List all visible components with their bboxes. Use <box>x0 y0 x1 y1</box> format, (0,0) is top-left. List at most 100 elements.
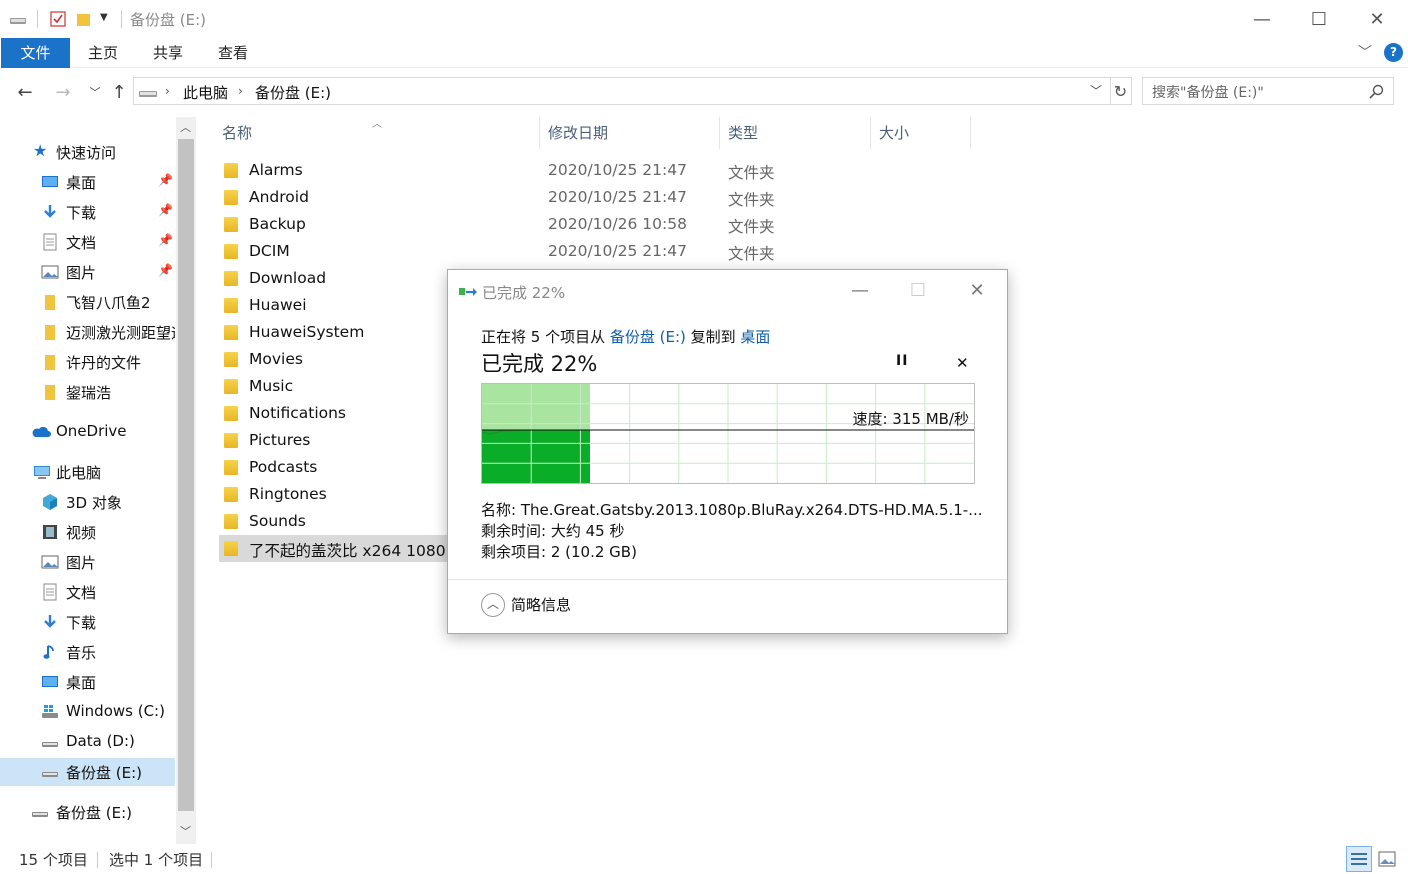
minimize-button[interactable]: — <box>1233 0 1291 38</box>
status-bar: 15 个项目 选中 1 个项目 <box>0 844 1408 874</box>
nav-item[interactable]: 图片 <box>0 548 175 576</box>
pin-icon[interactable]: 📌 <box>158 203 173 217</box>
document-icon <box>43 583 57 601</box>
pin-icon[interactable]: 📌 <box>158 233 173 247</box>
drive-icon <box>42 772 58 777</box>
items-remaining-line: 剩余项目: 2 (10.2 GB) <box>481 543 637 561</box>
percent-complete: 已完成 22% <box>481 352 598 376</box>
pin-icon[interactable]: 📌 <box>158 263 173 277</box>
folder-icon <box>224 352 238 367</box>
nav-item[interactable]: 视频 <box>0 518 175 546</box>
file-name: Backup <box>249 215 306 233</box>
breadcrumb-drive-e[interactable]: 备份盘 (E:) <box>255 82 331 103</box>
dialog-close-button[interactable]: ✕ <box>957 276 997 304</box>
table-row[interactable]: Alarms 2020/10/25 21:47 文件夹 <box>219 157 979 184</box>
nav-item[interactable]: 迈测激光测距望远 <box>0 318 175 346</box>
column-header-date[interactable]: 修改日期 <box>540 117 720 149</box>
nav-item[interactable]: Windows (C:) <box>0 698 175 726</box>
tab-share[interactable]: 共享 <box>145 38 191 68</box>
tab-view[interactable]: 查看 <box>210 38 256 68</box>
scroll-up-icon[interactable]: ︿ <box>180 119 191 135</box>
address-dropdown-icon[interactable]: ﹀ <box>1090 82 1102 99</box>
3d-objects-icon <box>43 494 57 510</box>
star-icon: ★ <box>33 141 48 160</box>
recent-locations-chevron-icon[interactable]: ﹀ <box>83 80 107 104</box>
nav-onedrive[interactable]: OneDrive <box>0 418 175 446</box>
explorer-window: ▼ 备份盘 (E:) — ☐ ✕ 文件 主页 共享 查看 ﹀ ? ← → ﹀ ↑… <box>0 0 1408 874</box>
drive-icon <box>139 91 157 97</box>
close-button[interactable]: ✕ <box>1348 0 1406 38</box>
nav-item[interactable]: 鋆瑞浩 <box>0 378 175 406</box>
file-name: Music <box>249 377 294 395</box>
folder-icon <box>224 217 238 232</box>
cancel-button[interactable]: ✕ <box>956 354 969 372</box>
source-link[interactable]: 备份盘 (E:) <box>610 328 686 346</box>
folder-icon <box>45 385 55 400</box>
back-arrow-icon[interactable]: ← <box>13 80 37 104</box>
file-date: 2020/10/26 10:58 <box>548 215 687 233</box>
forward-arrow-icon[interactable]: → <box>51 80 75 104</box>
table-row[interactable]: Backup 2020/10/26 10:58 文件夹 <box>219 211 979 238</box>
title-bar: ▼ 备份盘 (E:) — ☐ ✕ <box>0 0 1408 38</box>
search-input[interactable]: 搜索"备份盘 (E:)" <box>1142 77 1394 105</box>
nav-item[interactable]: Data (D:) <box>0 728 175 756</box>
details-view-button[interactable] <box>1346 846 1372 872</box>
nav-item[interactable]: 3D 对象 <box>0 488 175 516</box>
nav-item[interactable]: 下载 📌 <box>0 198 175 226</box>
file-name: Download <box>249 269 327 287</box>
up-arrow-icon[interactable]: ↑ <box>107 80 131 104</box>
document-icon <box>43 233 57 251</box>
destination-link[interactable]: 桌面 <box>740 328 770 346</box>
nav-item[interactable]: 文档 <box>0 578 175 606</box>
download-icon <box>44 615 56 628</box>
column-header-type[interactable]: 类型 <box>720 117 871 149</box>
breadcrumb-this-pc[interactable]: 此电脑 <box>183 82 228 103</box>
nav-quick-access[interactable]: ★ 快速访问 <box>0 138 175 166</box>
nav-item[interactable]: 飞智八爪鱼2 <box>0 288 175 316</box>
breadcrumb-separator-icon: › <box>238 84 243 98</box>
nav-item[interactable]: 桌面 📌 <box>0 168 175 196</box>
large-icons-view-button[interactable] <box>1376 848 1398 870</box>
file-name: DCIM <box>249 242 290 260</box>
dialog-maximize-button[interactable]: ☐ <box>898 276 938 304</box>
scroll-down-icon[interactable]: ﹀ <box>180 823 191 839</box>
scrollbar-thumb[interactable] <box>178 139 194 811</box>
nav-item[interactable]: 下载 <box>0 608 175 636</box>
nav-item[interactable]: 备份盘 (E:) <box>0 758 175 786</box>
expand-ribbon-icon[interactable]: ﹀ <box>1358 42 1372 62</box>
quick-access-dropdown-icon[interactable]: ▼ <box>100 12 108 23</box>
nav-removable-drive-e[interactable]: 备份盘 (E:) <box>0 798 175 826</box>
properties-icon[interactable] <box>49 10 67 28</box>
refresh-button[interactable]: ↻ <box>1110 77 1132 105</box>
dialog-title: 已完成 22% <box>482 284 566 302</box>
tab-home[interactable]: 主页 <box>80 38 126 68</box>
address-bar[interactable]: › 此电脑 › 备份盘 (E:) ﹀ <box>133 77 1111 105</box>
file-date: 2020/10/25 21:47 <box>548 242 687 260</box>
column-header-size[interactable]: 大小 <box>871 117 971 149</box>
table-row[interactable]: Android 2020/10/25 21:47 文件夹 <box>219 184 979 211</box>
pin-icon[interactable]: 📌 <box>158 173 173 187</box>
help-icon[interactable]: ? <box>1384 43 1403 62</box>
file-name-line: 名称: The.Great.Gatsby.2013.1080p.BluRay.x… <box>481 501 983 519</box>
tab-file[interactable]: 文件 <box>1 38 70 68</box>
dialog-minimize-button[interactable]: — <box>840 276 880 304</box>
nav-item[interactable]: 桌面 <box>0 668 175 696</box>
nav-item[interactable]: 许丹的文件 <box>0 348 175 376</box>
nav-item[interactable]: 音乐 <box>0 638 175 666</box>
nav-scrollbar[interactable]: ︿ ﹀ <box>176 117 196 844</box>
file-name: Ringtones <box>249 485 327 503</box>
window-title: 备份盘 (E:) <box>130 11 207 29</box>
new-folder-icon[interactable] <box>75 10 93 28</box>
nav-this-pc[interactable]: 此电脑 <box>0 458 175 486</box>
pictures-icon <box>41 265 59 279</box>
large-icons-view-icon <box>1378 851 1396 867</box>
maximize-button[interactable]: ☐ <box>1290 0 1348 38</box>
table-row[interactable]: DCIM 2020/10/25 21:47 文件夹 <box>219 238 979 265</box>
nav-item[interactable]: 图片 📌 <box>0 258 175 286</box>
ribbon-tabs: 文件 主页 共享 查看 ﹀ ? <box>0 38 1408 68</box>
navigation-pane: ★ 快速访问 桌面 📌 下载 📌 文档 📌 图片 📌 飞智八爪鱼2 迈测激光测距望远 许丹的文件 鋆瑞… <box>0 117 196 844</box>
drive-icon <box>42 742 58 747</box>
pause-button[interactable]: II <box>896 353 908 369</box>
file-type: 文件夹 <box>728 245 775 263</box>
nav-item[interactable]: 文档 📌 <box>0 228 175 256</box>
